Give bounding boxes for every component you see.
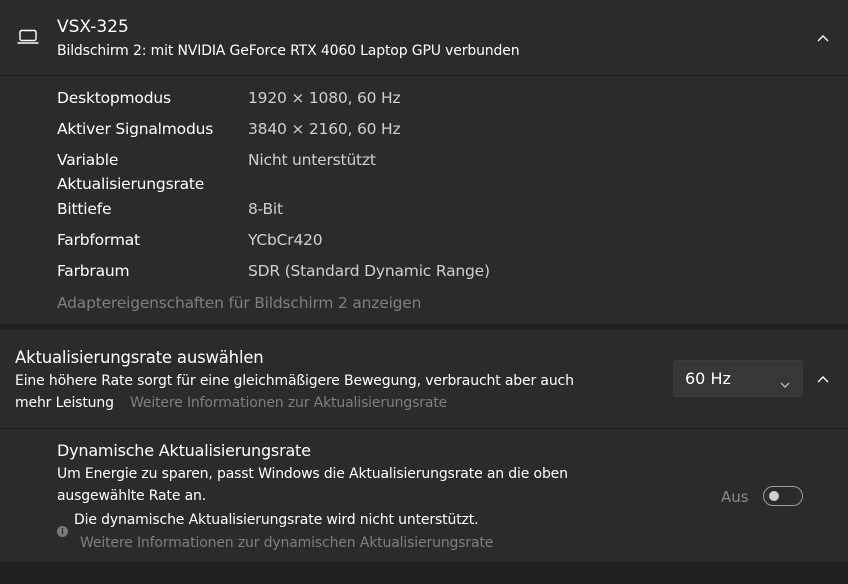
property-label-line2: Aktualisierungsrate	[57, 175, 205, 193]
dynamic-refresh-title: Dynamische Aktualisierungsrate	[57, 441, 311, 460]
collapse-display-button[interactable]	[808, 23, 838, 53]
chevron-up-icon	[817, 376, 829, 383]
property-value: Nicht unterstützt	[248, 151, 376, 169]
property-label: Farbraum	[57, 262, 130, 280]
property-value: 3840 × 2160, 60 Hz	[248, 120, 401, 138]
card-divider	[0, 75, 848, 76]
collapse-refresh-button[interactable]	[808, 364, 838, 394]
display-name: VSX-325	[57, 17, 129, 37]
property-value: 1920 × 1080, 60 Hz	[248, 89, 401, 107]
refresh-rate-selected: 60 Hz	[685, 369, 731, 388]
property-label: Aktiver Signalmodus	[57, 120, 214, 138]
adapter-properties-link[interactable]: Adaptereigenschaften für Bildschirm 2 an…	[57, 294, 421, 312]
refresh-rate-desc-line2: mehr Leistung	[15, 395, 114, 411]
dynamic-refresh-desc-line2: ausgewählte Rate an.	[57, 488, 207, 504]
refresh-rate-info-link[interactable]: Weitere Informationen zur Aktualisierung…	[130, 395, 447, 411]
toggle-knob	[769, 491, 779, 501]
toggle-state-label: Aus	[721, 488, 749, 506]
chevron-down-icon	[780, 373, 790, 392]
property-value: YCbCr420	[248, 231, 323, 249]
refresh-rate-desc: Eine höhere Rate sorgt für eine gleichmä…	[15, 373, 574, 389]
dynamic-refresh-info-link[interactable]: Weitere Informationen zur dynamischen Ak…	[80, 535, 493, 551]
display-subtitle: Bildschirm 2: mit NVIDIA GeForce RTX 406…	[57, 43, 520, 59]
dynamic-refresh-toggle[interactable]	[763, 486, 803, 506]
dynamic-refresh-warning: Die dynamische Aktualisierungsrate wird …	[74, 512, 479, 528]
property-label: Desktopmodus	[57, 89, 171, 107]
property-label: Farbformat	[57, 231, 140, 249]
chevron-up-icon	[817, 35, 829, 42]
laptop-icon	[17, 29, 39, 49]
refresh-rate-title: Aktualisierungsrate auswählen	[15, 348, 264, 367]
dynamic-refresh-desc: Um Energie zu sparen, passt Windows die …	[57, 466, 568, 482]
info-icon: i	[57, 526, 68, 537]
card-divider	[0, 428, 848, 429]
property-label: Bittiefe	[57, 200, 112, 218]
property-label: Variable	[57, 151, 119, 169]
property-value: 8-Bit	[248, 200, 283, 218]
property-value: SDR (Standard Dynamic Range)	[248, 262, 490, 280]
refresh-rate-dropdown[interactable]: 60 Hz	[673, 360, 803, 397]
